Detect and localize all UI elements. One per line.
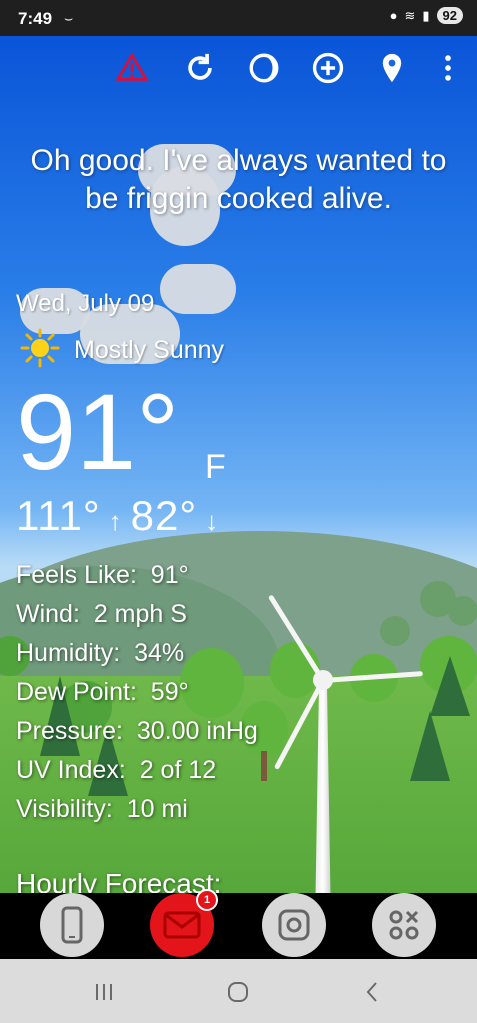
detail-pressure: Pressure: 30.00 inHg [16, 717, 258, 745]
more-vert-icon[interactable] [430, 50, 466, 86]
low-temperature: 82° [130, 492, 198, 539]
tree [448, 596, 477, 626]
detail-feels-like: Feels Like: 91° [16, 561, 189, 589]
tree [380, 616, 410, 646]
pine-tree [410, 711, 450, 781]
down-arrow-icon: ↓ [205, 506, 220, 536]
camera-icon [278, 909, 310, 941]
up-arrow-icon: ↑ [108, 506, 123, 536]
refresh-icon[interactable] [182, 50, 218, 86]
back-button[interactable] [352, 977, 392, 1007]
toolbar [0, 50, 477, 94]
detail-humidity: Humidity: 34% [16, 639, 185, 667]
moon-phase-icon[interactable] [246, 50, 282, 86]
detail-wind: Wind: 2 mph S [16, 600, 187, 628]
notification-icon: ⌣ [64, 10, 74, 26]
map-pin-icon[interactable] [374, 50, 410, 86]
phone-icon [61, 906, 83, 944]
mail-app-button[interactable]: 1 [150, 889, 218, 957]
recents-icon [96, 984, 112, 1000]
mail-icon [163, 911, 201, 939]
signal-icon: ▮ [422, 7, 430, 23]
app-dock: 1 [0, 889, 477, 959]
add-location-icon[interactable] [310, 50, 346, 86]
status-bar: 7:49 ⌣ ● ≋ ▮ 92 [0, 0, 477, 36]
weather-quote: Oh good. I've always wanted to be friggi… [30, 144, 447, 215]
condition-text: Mostly Sunny [74, 336, 225, 364]
detail-dew-point: Dew Point: 59° [16, 678, 189, 706]
warning-icon[interactable] [114, 50, 150, 86]
tree-trunk [261, 751, 267, 781]
detail-visibility: Visibility: 10 mi [16, 795, 188, 823]
phone-app-button[interactable] [40, 893, 104, 957]
location-status-icon: ● [389, 8, 398, 23]
condition-row: Mostly Sunny [20, 328, 224, 373]
camera-app-button[interactable] [262, 893, 326, 957]
weather-details: Feels Like: 91° Wind: 2 mph S Humidity: … [16, 556, 258, 829]
back-icon [366, 982, 377, 1002]
home-button[interactable] [218, 977, 258, 1007]
recents-button[interactable] [84, 977, 124, 1007]
apps-button[interactable] [372, 893, 436, 957]
wifi-icon: ≋ [404, 7, 416, 23]
status-time: 7:49 [18, 9, 53, 28]
mail-badge: 1 [196, 889, 218, 911]
high-low: 111° ↑ 82° ↓ [16, 492, 219, 540]
system-nav-bar [0, 959, 477, 1023]
home-icon [228, 982, 248, 1002]
cloud [160, 264, 236, 314]
sun-icon [20, 328, 60, 373]
turbine-hub [313, 670, 333, 690]
current-temperature: 91° [16, 371, 180, 492]
detail-uv-index: UV Index: 2 of 12 [16, 756, 217, 784]
high-temperature: 111° [16, 492, 101, 539]
temperature-unit: F [205, 448, 226, 486]
forecast-date: Wed, July 09 [16, 290, 155, 317]
battery-indicator: 92 [436, 7, 463, 24]
apps-icon [389, 910, 419, 940]
pine-tree [430, 656, 470, 716]
